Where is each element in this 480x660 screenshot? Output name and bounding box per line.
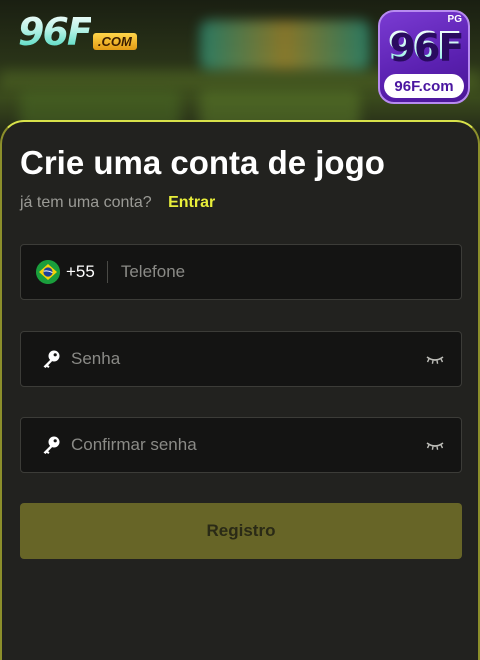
logo-text: 96F [18,10,93,54]
banner-blur [200,20,370,70]
pg-badge: PG [447,14,462,25]
app-icon-domain: 96F.com [384,74,464,98]
divider [106,261,108,283]
phone-field[interactable]: +55 Telefone [20,244,462,300]
header-banner: 96F .COM PG 96F 96F.com [0,0,480,140]
country-code[interactable]: +55 [66,262,95,282]
eye-closed-icon[interactable] [425,438,445,452]
login-prompt-line: já tem uma conta? Entrar [20,194,215,212]
confirm-password-field[interactable]: Confirmar senha [20,417,462,473]
confirm-password-input[interactable]: Confirmar senha [71,435,197,455]
app-icon[interactable]: PG 96F 96F.com [378,10,470,104]
phone-input[interactable]: Telefone [121,262,185,282]
key-icon [43,350,60,368]
register-card: Crie uma conta de jogo já tem uma conta?… [0,120,480,660]
key-icon [43,436,60,454]
logo-suffix: .COM [92,33,137,50]
site-logo[interactable]: 96F .COM [18,10,137,54]
login-link[interactable]: Entrar [168,194,215,211]
page-title: Crie uma conta de jogo [20,144,385,181]
brazil-flag-icon[interactable] [36,260,60,284]
register-button[interactable]: Registro [20,503,462,559]
password-input[interactable]: Senha [71,349,120,369]
password-field[interactable]: Senha [20,331,462,387]
login-prompt: já tem uma conta? [20,194,152,211]
eye-closed-icon[interactable] [425,352,445,366]
app-icon-title: 96F [387,24,463,68]
